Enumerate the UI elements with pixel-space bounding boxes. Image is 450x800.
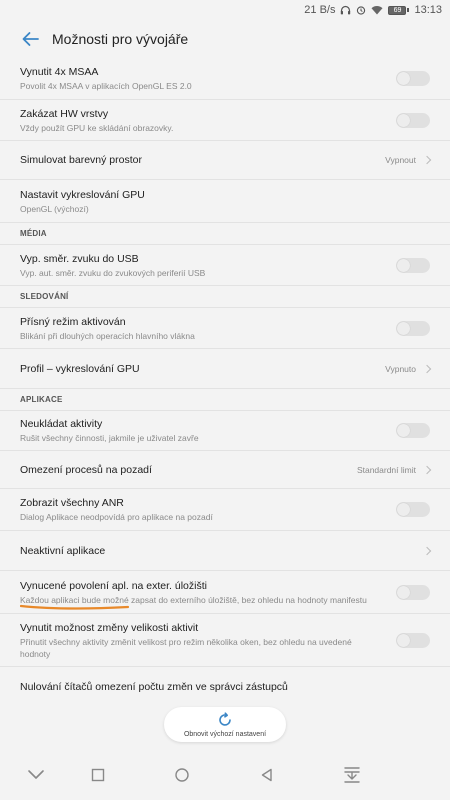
setting-value: Vypnuto bbox=[385, 363, 416, 374]
setting-subtitle: Rušit všechny činnosti, jakmile je uživa… bbox=[20, 433, 199, 443]
nav-notifications-icon bbox=[344, 767, 360, 783]
setting-title: Neukládat aktivity bbox=[20, 418, 103, 430]
section-header-apps: APLIKACE bbox=[0, 389, 450, 411]
setting-show-all-anrs[interactable]: Zobrazit všechny ANR Dialog Aplikace neod… bbox=[0, 489, 450, 531]
setting-force-msaa[interactable]: Vynutit 4x MSAA Povolit 4x MSAA v aplikac… bbox=[0, 58, 450, 100]
annotation-underline bbox=[20, 604, 130, 610]
wifi-icon bbox=[371, 5, 383, 15]
nav-home-button[interactable] bbox=[170, 764, 194, 786]
setting-title: Zobrazit všechny ANR bbox=[20, 497, 124, 509]
nav-recents-button[interactable] bbox=[86, 764, 110, 786]
setting-title: Nulování čítačů omezení počtu změn ve sp… bbox=[20, 681, 288, 693]
page-title: Možnosti pro vývojáře bbox=[52, 31, 189, 47]
setting-title: Vynutit 4x MSAA bbox=[20, 66, 99, 78]
nav-back-icon bbox=[261, 768, 272, 782]
setting-subtitle: Blikání při dlouhých operacích hlavního … bbox=[20, 330, 195, 341]
battery-level: 69 bbox=[388, 5, 407, 15]
nav-recents-icon bbox=[91, 768, 105, 782]
setting-title: Profil – vykreslování GPU bbox=[20, 362, 140, 375]
headphones-icon bbox=[340, 5, 351, 15]
chevron-right-icon bbox=[422, 546, 432, 555]
restore-defaults-label: Obnovit výchozí nastavení bbox=[183, 730, 267, 738]
setting-force-resizable-activities[interactable]: Vynutit možnost změny velikosti aktivit P… bbox=[0, 614, 450, 667]
back-button[interactable] bbox=[10, 20, 50, 58]
nav-notifications-button[interactable] bbox=[340, 764, 364, 786]
resizable-activities-toggle[interactable] bbox=[396, 632, 430, 648]
setting-title: Neaktivní aplikace bbox=[20, 544, 106, 557]
refresh-icon bbox=[219, 711, 231, 726]
restore-defaults-button[interactable]: Obnovit výchozí nastavení bbox=[164, 707, 286, 742]
setting-gpu-renderer[interactable]: Nastavit vykreslování GPU OpenGL (výchozí… bbox=[0, 180, 450, 223]
battery-icon: 69 bbox=[388, 5, 410, 15]
app-bar: Možnosti pro vývojáře bbox=[0, 20, 450, 58]
setting-title: Simulovat barevný prostor bbox=[20, 154, 142, 166]
clock: 13:13 bbox=[414, 4, 442, 16]
setting-profile-gpu-rendering[interactable]: Profil – vykreslování GPU Vypnuto bbox=[0, 349, 450, 389]
setting-title: Omezení procesů na pozadí bbox=[20, 463, 152, 476]
setting-title: Vynucené povolení apl. na exter. úložišt… bbox=[20, 579, 207, 592]
setting-subtitle: Vždy použít GPU ke skládání obrazovky. bbox=[20, 122, 174, 133]
hw-overlays-toggle[interactable] bbox=[396, 112, 430, 128]
setting-subtitle: Dialog Aplikace neodpovídá pro aplikace … bbox=[20, 512, 213, 522]
usb-audio-toggle[interactable] bbox=[396, 257, 430, 273]
setting-title: Zakázat HW vrstvy bbox=[20, 107, 109, 120]
alarm-icon bbox=[356, 5, 366, 15]
status-bar: 21 B/s 69 13:13 bbox=[0, 0, 450, 20]
setting-title: Přísný režim aktivován bbox=[20, 315, 126, 328]
chevron-right-icon bbox=[422, 155, 432, 165]
setting-background-process-limit[interactable]: Omezení procesů na pozadí Standardní lim… bbox=[0, 451, 450, 489]
setting-subtitle: Vyp. aut. směr. zvuku do zvukových perif… bbox=[20, 267, 206, 278]
setting-subtitle: Přinutit všechny aktivity změnit velikos… bbox=[20, 636, 352, 659]
setting-title: Nastavit vykreslování GPU bbox=[20, 188, 145, 201]
nav-down-icon bbox=[28, 770, 44, 779]
external-storage-toggle[interactable] bbox=[396, 584, 430, 600]
setting-title: Vynutit možnost změny velikosti aktivit bbox=[20, 621, 199, 634]
navigation-bar bbox=[0, 750, 450, 800]
nav-down-button[interactable] bbox=[24, 764, 48, 786]
section-header-monitoring: SLEDOVÁNÍ bbox=[0, 286, 450, 308]
setting-disable-hw-overlays[interactable]: Zakázat HW vrstvy Vždy použít GPU ke sklá… bbox=[0, 100, 450, 141]
setting-dont-keep-activities[interactable]: Neukládat aktivity Rušit všechny činnosti… bbox=[0, 411, 450, 451]
setting-value: Standardní limit bbox=[356, 464, 416, 475]
back-arrow-icon bbox=[22, 32, 39, 46]
nav-back-button[interactable] bbox=[255, 764, 279, 786]
chevron-right-icon bbox=[422, 364, 432, 373]
setting-subtitle: OpenGL (výchozí) bbox=[20, 203, 89, 214]
nav-home-icon bbox=[175, 768, 189, 782]
setting-disable-usb-audio-routing[interactable]: Vyp. směr. zvuku do USB Vyp. aut. směr. z… bbox=[0, 245, 450, 286]
setting-inactive-apps[interactable]: Neaktivní aplikace bbox=[0, 531, 450, 571]
dont-keep-activities-toggle[interactable] bbox=[396, 423, 430, 438]
setting-reset-shortcut-rate-limiting[interactable]: Nulování čítačů omezení počtu změn ve sp… bbox=[0, 667, 450, 707]
show-anrs-toggle[interactable] bbox=[396, 502, 430, 517]
section-header-media: MÉDIA bbox=[0, 223, 450, 245]
setting-simulate-color-space[interactable]: Simulovat barevný prostor Vypnout bbox=[0, 141, 450, 180]
net-speed: 21 B/s bbox=[304, 4, 336, 16]
setting-strict-mode[interactable]: Přísný režim aktivován Blikání při dlouhý… bbox=[0, 308, 450, 349]
setting-subtitle: Povolit 4x MSAA v aplikacích OpenGL ES 2… bbox=[20, 81, 192, 91]
msaa-toggle[interactable] bbox=[396, 71, 430, 86]
strict-mode-toggle[interactable] bbox=[396, 320, 430, 336]
chevron-right-icon bbox=[422, 465, 432, 474]
setting-title: Vyp. směr. zvuku do USB bbox=[20, 252, 139, 265]
setting-value: Vypnout bbox=[385, 155, 416, 165]
